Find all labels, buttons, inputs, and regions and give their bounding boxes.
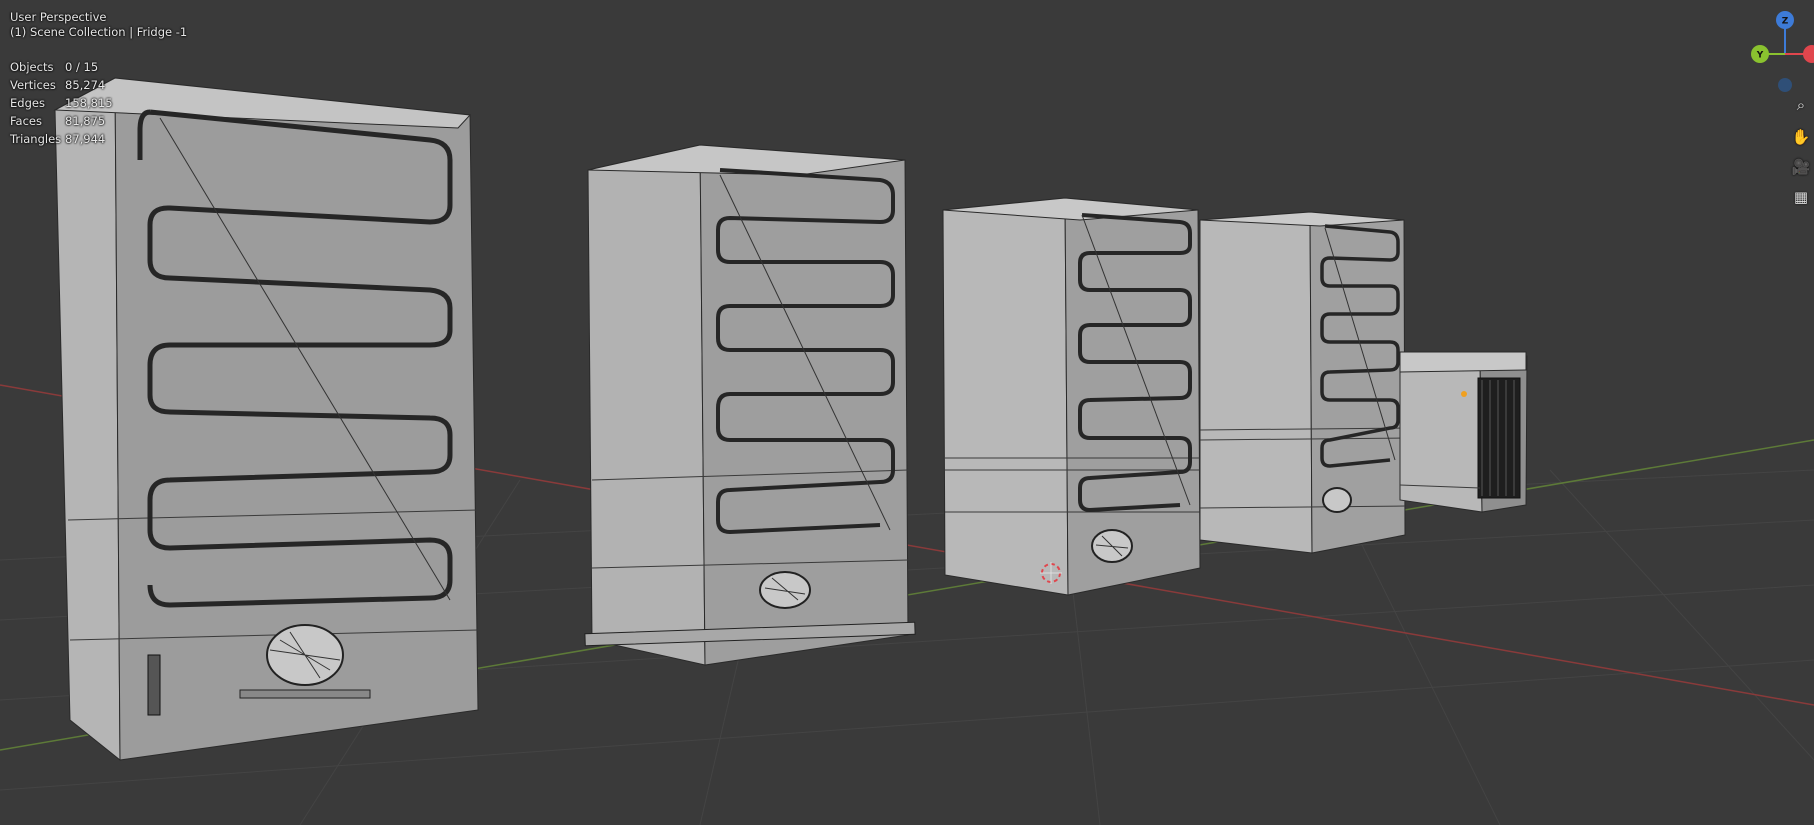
stat-value: 85,274 (65, 77, 106, 92)
fridge-1[interactable] (53, 77, 479, 762)
stat-value: 0 / 15 (65, 59, 99, 74)
gizmo-x-axis[interactable] (1803, 45, 1814, 63)
fridge-3[interactable] (942, 197, 1201, 596)
fridge-5[interactable] (1399, 351, 1528, 513)
stat-label: Objects (10, 59, 54, 74)
stat-value: 158,815 (65, 95, 113, 110)
hand-pan-icon[interactable]: ✋ (1788, 124, 1814, 150)
collection-label: (1) Scene Collection | Fridge -1 (10, 25, 188, 39)
scene-statistics: Objects 0 / 15 Vertices 85,274 Edges 158… (10, 58, 145, 148)
stat-label: Triangles (10, 131, 62, 146)
camera-icon[interactable]: 🎥 (1788, 154, 1814, 180)
gizmo-z-label: Z (1782, 17, 1789, 27)
stat-row: Edges 158,815 (10, 94, 145, 112)
zoom-icon[interactable]: ⌕ (1788, 92, 1814, 118)
stat-value: 87,944 (65, 131, 106, 146)
stat-row: Faces 81,875 (10, 112, 145, 130)
3d-viewport[interactable]: Z Y User Perspective (1) Scene Collectio… (0, 0, 1814, 825)
stat-label: Vertices (10, 77, 56, 92)
perspective-label: User Perspective (10, 10, 107, 24)
viewport-header-info: User Perspective (1) Scene Collection | … (10, 10, 187, 40)
fridge-2[interactable] (584, 144, 916, 666)
fridge-4[interactable] (1199, 211, 1406, 554)
gizmo-y-label: Y (1756, 51, 1764, 61)
gizmo-neg-axis[interactable] (1778, 78, 1792, 92)
stat-value: 81,875 (65, 113, 106, 128)
scene-canvas[interactable]: Z Y (0, 0, 1814, 825)
grid-icon[interactable]: ▦ (1788, 184, 1814, 210)
navigation-gizmo[interactable]: Z Y (1751, 11, 1814, 92)
stat-row: Vertices 85,274 (10, 76, 145, 94)
stat-row: Triangles 87,944 (10, 130, 145, 148)
stat-row: Objects 0 / 15 (10, 58, 145, 76)
stat-label: Faces (10, 113, 42, 128)
stat-label: Edges (10, 95, 45, 110)
